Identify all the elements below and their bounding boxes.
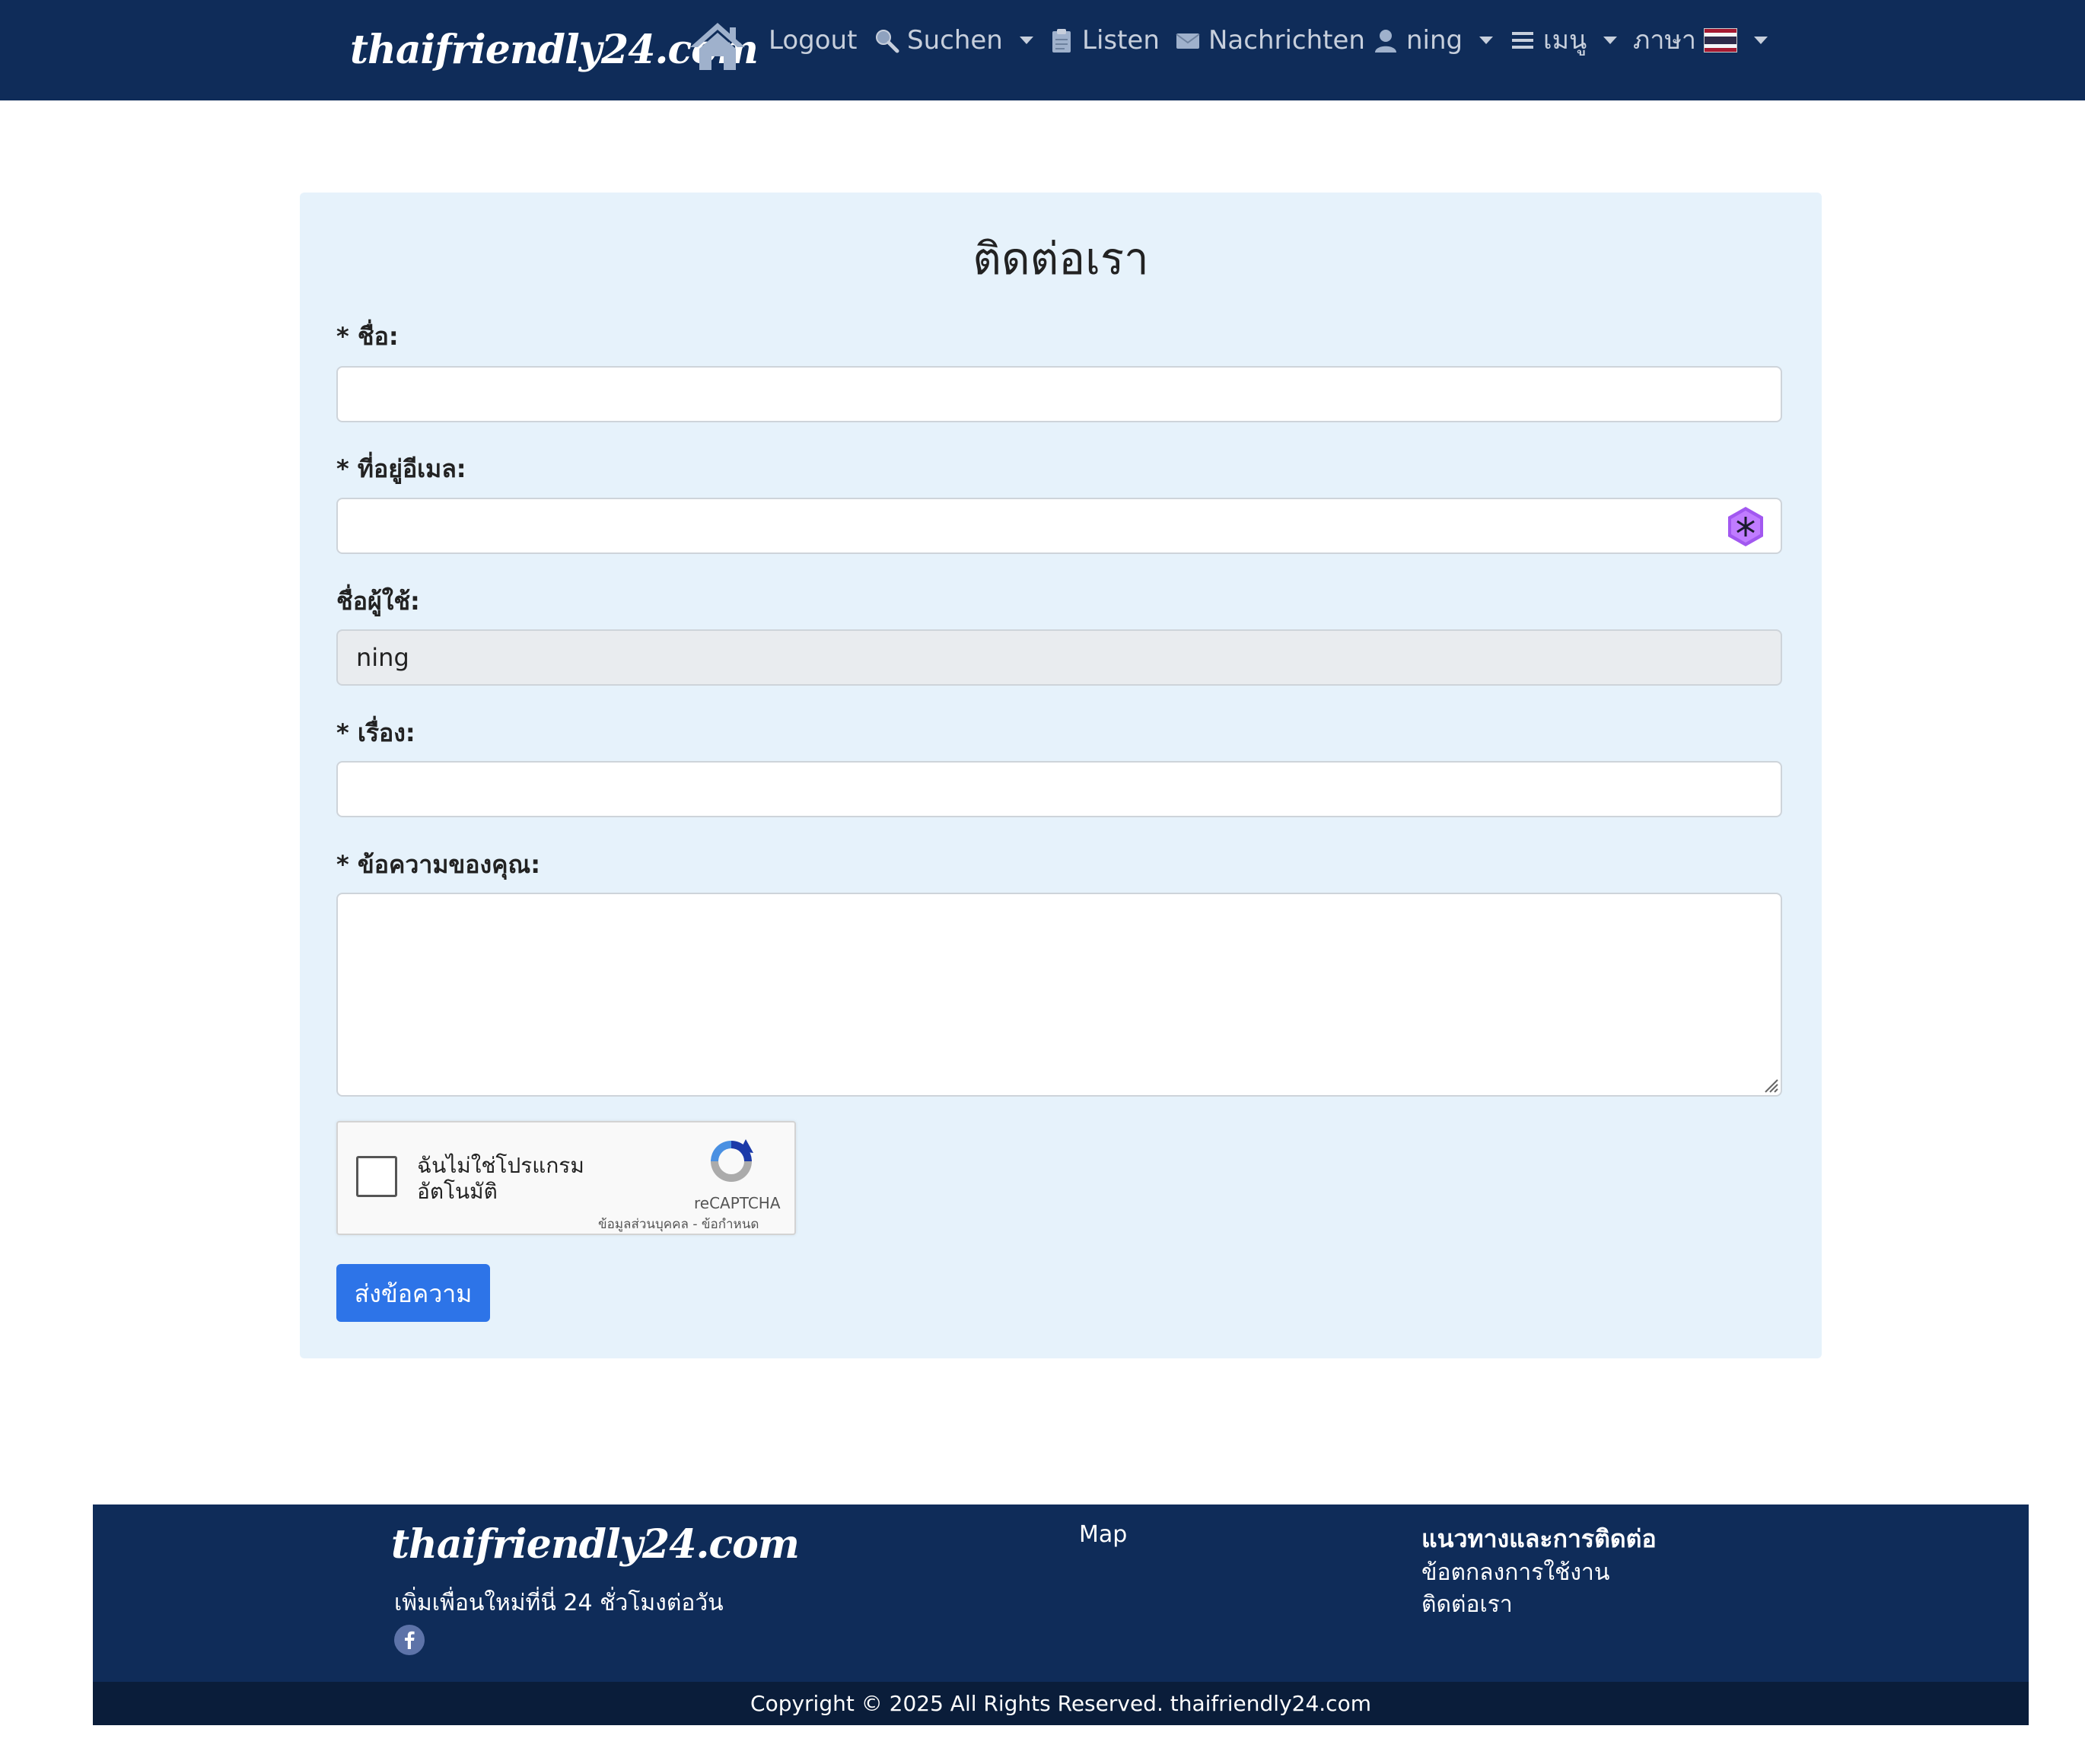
contact-form-card: ติดต่อเรา * ชื่อ: * ที่อยู่อีเมล: ชื่อผู… xyxy=(300,193,1822,1358)
username-label: ชื่อผู้ใช้: xyxy=(336,587,420,616)
nav-search[interactable]: Suchen xyxy=(874,18,1033,62)
recaptcha-label-line2: อัตโนมัติ xyxy=(417,1179,498,1204)
send-message-button[interactable]: ส่งข้อความ xyxy=(336,1264,490,1322)
recaptcha-checkbox[interactable] xyxy=(356,1156,397,1197)
nav-user[interactable]: ning xyxy=(1373,18,1494,62)
username-input xyxy=(336,629,1782,686)
subject-input[interactable] xyxy=(336,761,1782,817)
envelope-icon xyxy=(1176,33,1200,49)
email-label: * ที่อยู่อีเมล: xyxy=(336,454,466,483)
email-input[interactable] xyxy=(336,498,1782,554)
password-manager-icon[interactable] xyxy=(1726,506,1765,547)
thai-flag-icon xyxy=(1704,28,1738,53)
nav-logout[interactable]: Logout xyxy=(769,18,857,62)
message-textarea[interactable] xyxy=(336,893,1782,1097)
navbar: thaifriendly24.com Logout Suchen Listen xyxy=(0,0,2085,100)
footer-map-link[interactable]: Map xyxy=(1079,1521,1127,1548)
message-label: * ข้อความของคุณ: xyxy=(336,850,541,879)
resize-grip-icon[interactable] xyxy=(1761,1075,1779,1094)
name-input[interactable] xyxy=(336,366,1782,422)
chevron-down-icon xyxy=(1754,37,1768,44)
nav-logout-label: Logout xyxy=(769,25,858,56)
copyright-bar: Copyright © 2025 All Rights Reserved. th… xyxy=(93,1682,2029,1725)
search-icon xyxy=(876,30,899,53)
nav-lists[interactable]: Listen xyxy=(1049,18,1160,62)
recaptcha-brand: reCAPTCHA xyxy=(694,1194,781,1212)
chevron-down-icon xyxy=(1479,37,1494,44)
footer-brand-logo[interactable]: thaifriendly24.com xyxy=(391,1521,800,1568)
subject-label: * เรื่อง: xyxy=(336,718,415,747)
footer-guidelines-heading: แนวทางและการติดต่อ xyxy=(1421,1524,1657,1553)
nav-messages[interactable]: Nachrichten xyxy=(1175,18,1365,62)
page-title: ติดต่อเรา xyxy=(972,233,1149,285)
nav-menu-label: เมนู xyxy=(1543,25,1587,56)
recaptcha-label-line1: ฉันไม่ใช่โปรแกรม xyxy=(417,1153,584,1178)
clipboard-icon xyxy=(1052,29,1071,53)
home-icon[interactable] xyxy=(689,21,746,72)
nav-search-label: Suchen xyxy=(907,25,1003,56)
footer: thaifriendly24.com เพิ่มเพื่อนใหม่ที่นี่… xyxy=(93,1504,2029,1725)
chevron-down-icon xyxy=(1019,37,1033,44)
hamburger-icon xyxy=(1512,32,1533,49)
nav-messages-label: Nachrichten xyxy=(1208,25,1365,56)
copyright-text: Copyright © 2025 All Rights Reserved. th… xyxy=(750,1691,1371,1716)
chevron-down-icon xyxy=(1603,37,1618,44)
footer-terms-link[interactable]: ข้อตกลงการใช้งาน xyxy=(1421,1555,1609,1590)
recaptcha-logo-icon xyxy=(711,1139,753,1182)
name-label: * ชื่อ: xyxy=(336,322,399,351)
recaptcha-widget: ฉันไม่ใช่โปรแกรม อัตโนมัติ reCAPTCHA ข้อ… xyxy=(336,1121,796,1235)
recaptcha-links[interactable]: ข้อมูลส่วนบุคคล - ข้อกำหนด xyxy=(598,1214,759,1234)
facebook-icon[interactable] xyxy=(394,1625,425,1655)
recaptcha-label: ฉันไม่ใช่โปรแกรม อัตโนมัติ xyxy=(417,1153,600,1205)
nav-menu[interactable]: เมนู xyxy=(1510,18,1618,62)
footer-contact-link[interactable]: ติดต่อเรา xyxy=(1421,1587,1513,1622)
nav-language[interactable]: ภาษา xyxy=(1633,18,1768,62)
nav-user-label: ning xyxy=(1406,25,1463,56)
nav-language-label: ภาษา xyxy=(1633,25,1697,56)
nav-lists-label: Listen xyxy=(1082,25,1160,56)
user-icon xyxy=(1375,30,1396,53)
footer-tagline: เพิ่มเพื่อนใหม่ที่นี่ 24 ชั่วโมงต่อวัน xyxy=(394,1590,724,1616)
